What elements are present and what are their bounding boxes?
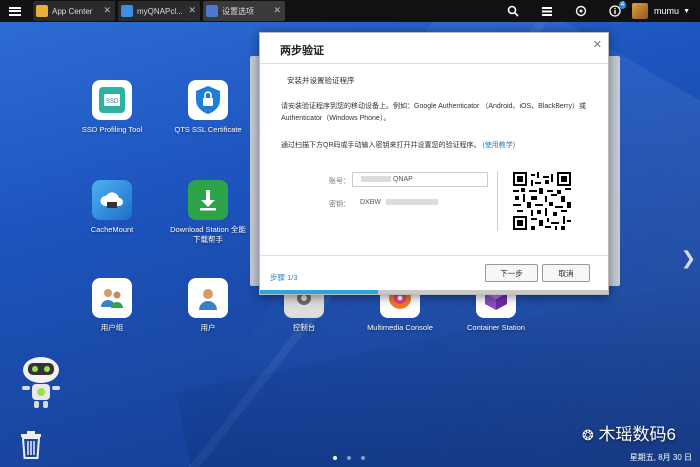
secret-mask bbox=[385, 199, 438, 206]
help-link[interactable]: (使用教学) bbox=[482, 142, 515, 149]
instruction-paragraph: 请安装验证程序到您的移动设备上。例如：Google Authenticator … bbox=[281, 103, 586, 122]
avatar[interactable] bbox=[632, 3, 649, 19]
watermark: ❂ 木瑶数码6 bbox=[582, 420, 676, 445]
settings-icon bbox=[206, 5, 218, 17]
app-qts-ssl-certificate[interactable]: QTS SSL Certificate bbox=[168, 80, 248, 135]
divider bbox=[260, 63, 608, 64]
close-icon[interactable]: ✕ bbox=[103, 5, 111, 16]
robot-assistant-icon[interactable] bbox=[14, 352, 68, 412]
tab-label: myQNAPcl... bbox=[137, 6, 183, 16]
myqnapcloud-icon bbox=[121, 5, 133, 17]
dialog-title: 两步验证 bbox=[280, 45, 324, 57]
close-icon[interactable]: ✕ bbox=[593, 38, 602, 51]
app-users[interactable]: 用户 bbox=[168, 278, 248, 333]
account-field: QNAP bbox=[352, 172, 488, 187]
tab-label: App Center bbox=[52, 6, 93, 16]
scan-instruction: 通过扫描下方QR码或手动输入密钥来打开并设置您的验证程序。 (使用教学) bbox=[281, 140, 515, 150]
chevron-down-icon[interactable]: ▼ bbox=[683, 8, 690, 15]
close-icon[interactable]: ✕ bbox=[188, 5, 196, 16]
trash-icon[interactable] bbox=[18, 428, 44, 460]
app-cachemount[interactable]: CacheMount bbox=[72, 180, 152, 235]
main-menu-button[interactable] bbox=[0, 0, 30, 22]
taskbar-tab-app-center[interactable]: App Center ✕ bbox=[33, 1, 115, 21]
tab-label: 设置选项 bbox=[222, 6, 254, 16]
progress-fill bbox=[260, 290, 379, 294]
info-icon[interactable]: 4 bbox=[598, 0, 632, 22]
app-label: Download Station 全能下载帮手 bbox=[170, 225, 246, 244]
app-center-icon bbox=[36, 5, 48, 17]
app-user-groups[interactable]: 用户组 bbox=[72, 278, 152, 333]
account-value: QNAP bbox=[393, 176, 413, 183]
search-icon[interactable] bbox=[496, 0, 530, 22]
app-ssd-profiling-tool[interactable]: SSD SSD Profiling Tool bbox=[72, 80, 152, 135]
taskbar-tab-myqnapcloud[interactable]: myQNAPcl... ✕ bbox=[118, 1, 200, 21]
app-label: Container Station bbox=[467, 323, 525, 332]
hamburger-icon bbox=[9, 6, 21, 16]
app-download-station[interactable]: Download Station 全能下载帮手 bbox=[168, 180, 248, 245]
username[interactable]: mumu bbox=[654, 6, 679, 16]
secret-text: DXBW bbox=[360, 199, 381, 206]
two-step-verification-dialog: 两步验证 ✕ 安装并设置验证程序 请安装验证程序到您的移动设备上。例如：Goog… bbox=[259, 32, 609, 295]
download-icon bbox=[188, 180, 228, 220]
cancel-button[interactable]: 取消 bbox=[542, 264, 590, 282]
qr-code bbox=[513, 172, 571, 230]
svg-text:SSD: SSD bbox=[106, 99, 119, 105]
watermark-text: 木瑶数码6 bbox=[598, 425, 676, 444]
date-display: 星期五, 8月 30 日 bbox=[629, 453, 692, 462]
page-dots bbox=[333, 456, 365, 460]
cloud-icon bbox=[92, 180, 132, 220]
ssd-icon: SSD bbox=[92, 80, 132, 120]
page-dot[interactable] bbox=[333, 456, 337, 460]
wechat-icon: ❂ bbox=[582, 427, 594, 443]
app-label: CacheMount bbox=[90, 225, 134, 234]
secret-value: DXBW bbox=[360, 199, 438, 206]
progress-bar bbox=[260, 290, 608, 294]
page-dot[interactable] bbox=[361, 456, 365, 460]
account-mask bbox=[361, 176, 391, 183]
close-icon[interactable]: ✕ bbox=[273, 5, 281, 16]
page-dot[interactable] bbox=[347, 456, 351, 460]
tasks-icon[interactable] bbox=[530, 0, 564, 22]
next-button[interactable]: 下一步 bbox=[485, 264, 538, 282]
step-indicator: 步骤 1/3 bbox=[270, 273, 298, 282]
user-group-icon bbox=[92, 278, 132, 318]
taskbar-right: 4 mumu ▼ bbox=[496, 0, 700, 22]
dialog-subtitle: 安装并设置验证程序 bbox=[287, 76, 355, 85]
account-label: 账号： bbox=[329, 178, 350, 185]
app-label: Multimedia Console bbox=[367, 323, 433, 332]
lock-shield-icon bbox=[188, 80, 228, 120]
sync-icon[interactable] bbox=[564, 0, 598, 22]
divider bbox=[497, 171, 498, 231]
app-label: QTS SSL Certificate bbox=[174, 125, 242, 134]
divider bbox=[260, 255, 608, 256]
user-icon bbox=[188, 278, 228, 318]
app-label: 用户 bbox=[200, 323, 216, 332]
notification-badge: 4 bbox=[618, 1, 627, 9]
chevron-right-icon[interactable]: ❯ bbox=[681, 248, 696, 269]
taskbar-tab-settings[interactable]: 设置选项 ✕ bbox=[203, 1, 285, 21]
scan-instruction-text: 通过扫描下方QR码或手动输入密钥来打开并设置您的验证程序。 bbox=[281, 142, 481, 149]
app-label: 用户组 bbox=[100, 323, 124, 332]
app-label: SSD Profiling Tool bbox=[81, 125, 143, 134]
app-label: 控制台 bbox=[292, 323, 316, 332]
taskbar: App Center ✕ myQNAPcl... ✕ 设置选项 ✕ 4 mumu… bbox=[0, 0, 700, 22]
secret-label: 密钥： bbox=[329, 201, 350, 208]
